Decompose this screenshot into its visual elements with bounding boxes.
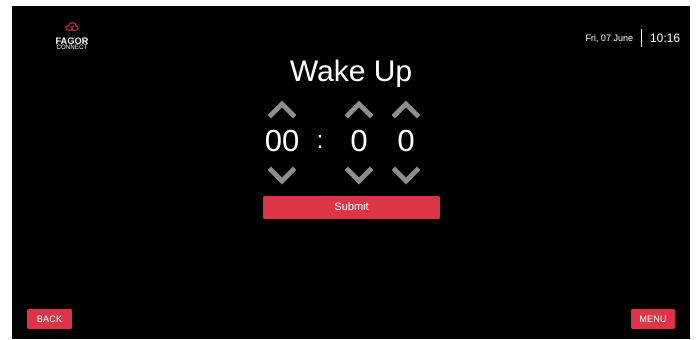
minutes-ones-up-button[interactable] [391, 99, 421, 119]
brand-subtitle: CONNECT [56, 45, 88, 51]
minutes-tens-value[interactable]: 0 [346, 121, 372, 161]
date-time-display: Fri, 07 June 10:16 [585, 29, 680, 47]
chevron-down-icon [267, 166, 297, 185]
hours-down-button[interactable] [267, 166, 297, 186]
minutes-tens-up-button[interactable] [344, 99, 374, 119]
hours-up-button[interactable] [267, 99, 297, 119]
chevron-up-icon [267, 100, 297, 119]
submit-button[interactable]: Submit [263, 196, 440, 219]
date-time-divider [640, 29, 642, 47]
minutes-ones-down-button[interactable] [391, 166, 421, 186]
back-button[interactable]: BACK [27, 309, 72, 329]
cloud-wifi-icon [65, 22, 79, 31]
chevron-down-icon [344, 166, 374, 185]
hours-value[interactable]: 00 [261, 121, 303, 161]
page-title: Wake Up [289, 55, 413, 88]
time-separator: : [316, 127, 324, 154]
menu-button[interactable]: MENU [631, 309, 675, 329]
brand-logo: FAGOR CONNECT [54, 21, 90, 57]
time-setter: 00 : 0 0 [12, 94, 690, 189]
minutes-ones-value[interactable]: 0 [393, 121, 419, 161]
chevron-up-icon [391, 100, 421, 119]
chevron-up-icon [344, 100, 374, 119]
minutes-tens-down-button[interactable] [344, 166, 374, 186]
chevron-down-icon [391, 166, 421, 185]
date-label: Fri, 07 June [585, 33, 633, 43]
app-screen: FAGOR CONNECT Fri, 07 June 10:16 Wake Up… [12, 6, 690, 339]
clock-time: 10:16 [649, 31, 680, 45]
